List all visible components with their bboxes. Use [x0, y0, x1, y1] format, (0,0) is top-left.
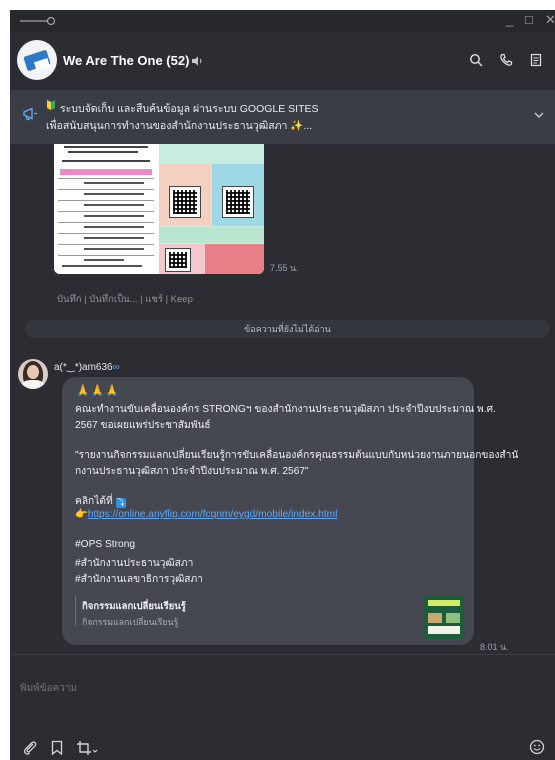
qr-poster-preview [159, 144, 264, 274]
message-time: 8.01 น. [480, 642, 509, 652]
maximize-button[interactable]: □ [525, 13, 533, 27]
message-line: คลิกได้ที่ ⤵ [75, 496, 126, 508]
notes-icon[interactable] [527, 51, 545, 69]
message-line: คณะทำงานขับเคลื่อนองค์กร STRONGฯ ของสำนั… [75, 404, 496, 415]
title-bar: _ □ ✕ [10, 10, 555, 32]
link-card-thumbnail[interactable] [424, 595, 464, 639]
message-line: "รายงานกิจกรรมแลกเปลี่ยนเรียนรู้การขับเค… [75, 450, 519, 461]
hashtag[interactable]: #สำนักงานประธานวุฒิสภา [75, 555, 193, 571]
message-list[interactable]: 7.55 น. บันทึก | บันทึกเป็น... | แชร์ | … [10, 144, 555, 654]
close-button[interactable]: ✕ [545, 13, 555, 27]
link-card-title[interactable]: กิจกรรมแลกเปลี่ยนเรียนรู้ [82, 599, 186, 614]
chat-header: We Are The One (52) [10, 32, 555, 90]
megaphone-icon [23, 107, 37, 121]
beginner-badge-icon [47, 100, 55, 110]
chat-title[interactable]: We Are The One (52) [63, 53, 189, 68]
attachment-icon[interactable] [22, 740, 38, 756]
message-emoji: 🙏🙏🙏 [76, 385, 121, 397]
minimize-button[interactable]: _ [506, 13, 513, 27]
message-bubble[interactable]: 🙏🙏🙏 คณะทำงานขับเคลื่อนองค์กร STRONGฯ ของ… [62, 377, 518, 645]
speaker-icon [192, 56, 202, 66]
qr-code-icon [165, 248, 191, 272]
message-input[interactable]: พิมพ์ข้อความ [20, 681, 77, 696]
document-preview [54, 144, 158, 274]
compose-area[interactable]: พิมพ์ข้อความ [10, 654, 555, 760]
hashtag[interactable]: #สำนักงานเลขาธิการวุฒิสภา [75, 571, 203, 587]
group-avatar[interactable] [17, 40, 57, 80]
image-actions[interactable]: บันทึก | บันทึกเป็น... | แชร์ | Keep [57, 292, 193, 307]
shared-image[interactable] [54, 144, 264, 274]
sender-name[interactable]: a(*‿*)am636∞ [54, 362, 120, 373]
message-line: 2567 ขอเผยแพร่ประชาสัมพันธ์ [75, 420, 211, 431]
search-icon[interactable] [467, 51, 485, 69]
link-card-subtitle: กิจกรรมแลกเปลี่ยนเรียนรู้ [82, 617, 179, 627]
phone-icon[interactable] [497, 51, 515, 69]
emoji-icon[interactable] [529, 739, 545, 755]
unread-divider: ข้อความที่ยังไม่ได้อ่าน [25, 320, 550, 338]
chevron-down-icon[interactable] [533, 111, 545, 119]
announcement-line-1: ระบบจัดเก็บ และสืบค้นข้อมูล ผ่านระบบ GOO… [60, 103, 319, 115]
chat-window: _ □ ✕ We Are The One (52) ระบบจัดเก็บ แล… [10, 10, 555, 760]
link-card-divider [75, 596, 76, 626]
announcement-bar[interactable]: ระบบจัดเก็บ และสืบค้นข้อมูล ผ่านระบบ GOO… [10, 90, 555, 144]
image-time: 7.55 น. [270, 263, 299, 273]
bookmark-icon[interactable] [50, 740, 64, 756]
message-line: กงานประธานวุฒิสภา ประจำปีงบประมาณ พ.ศ. 2… [75, 466, 309, 477]
qr-code-icon [169, 186, 201, 218]
qr-code-icon [222, 186, 254, 218]
message-link[interactable]: https://online.anyflip.com/fcqnm/eygd/mo… [88, 509, 338, 520]
arrow-down-icon: ⤵ [115, 498, 126, 508]
sender-avatar[interactable] [18, 359, 48, 389]
crop-icon[interactable] [76, 740, 98, 756]
hashtag[interactable]: #OPS Strong [75, 539, 135, 550]
message-link-line: 👉https://online.anyflip.com/fcqnm/eygd/m… [75, 509, 338, 520]
compose-tools [22, 740, 98, 756]
pin-icon[interactable] [20, 15, 56, 27]
header-actions [467, 51, 545, 69]
announcement-line-2: เพื่อสนับสนุนการทำงานของสำนักงานประธานวุ… [46, 120, 313, 132]
